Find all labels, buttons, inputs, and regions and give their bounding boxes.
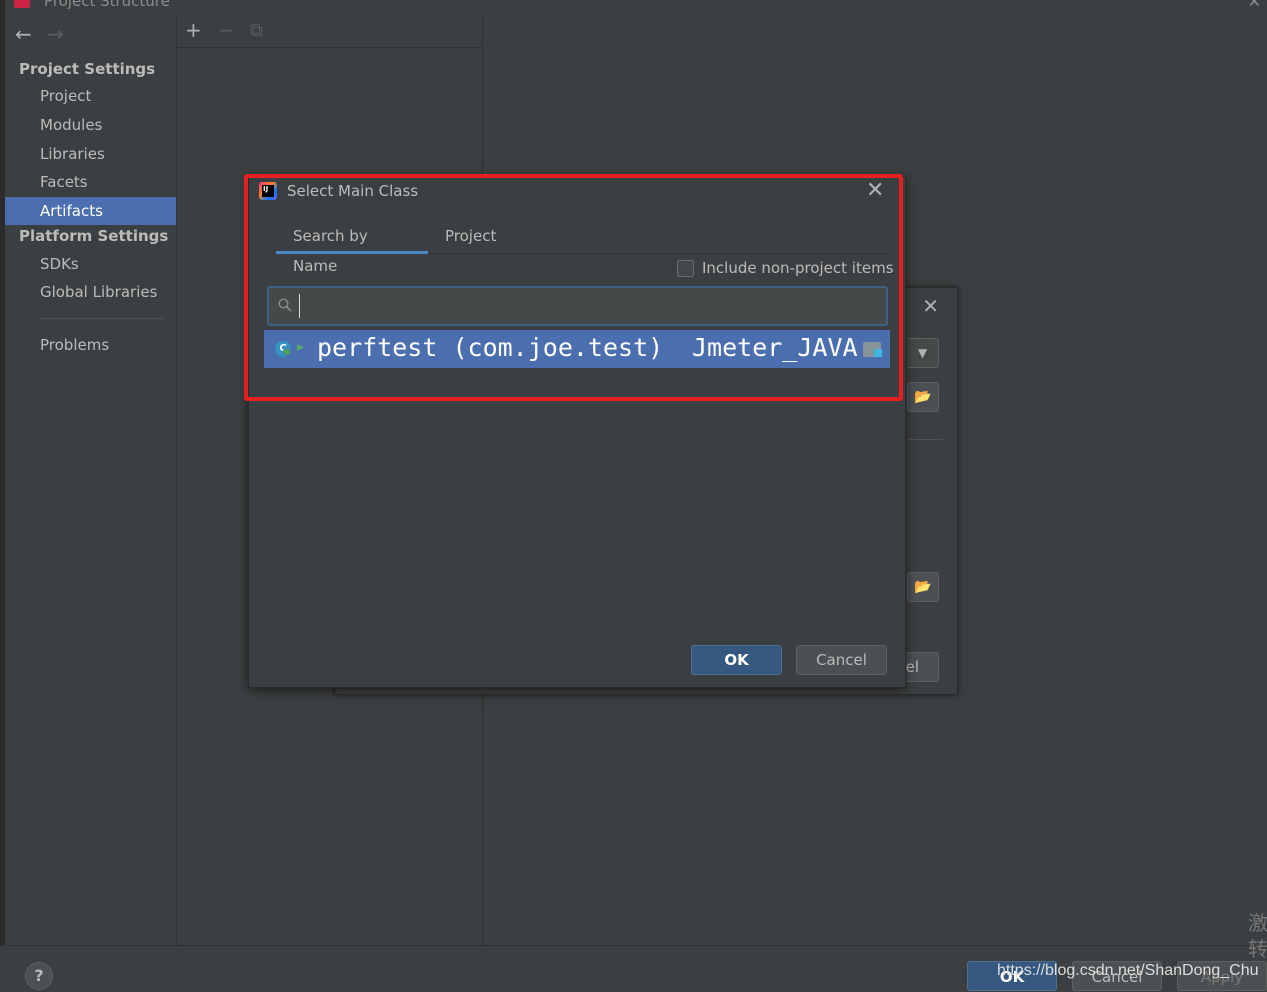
platform-settings-header: Platform Settings (19, 227, 169, 245)
background-dialog-separator (907, 439, 943, 440)
sidebar-item-modules[interactable]: Modules (5, 111, 176, 139)
background-dialog-close-icon[interactable]: ✕ (922, 294, 939, 318)
sidebar-item-facets[interactable]: Facets (5, 168, 176, 196)
copy-icon[interactable]: ⧉ (250, 20, 263, 41)
settings-sidebar: ← → Project Settings Project Modules Libr… (5, 14, 177, 945)
watermark-text: https://blog.csdn.net/ShanDong_Chu (997, 962, 1259, 979)
window-close-icon[interactable]: ✕ (1248, 0, 1261, 11)
back-arrow-icon[interactable]: ← (15, 22, 47, 46)
sidebar-divider (39, 318, 163, 319)
dialog-cancel-button[interactable]: Cancel (796, 645, 887, 675)
add-icon[interactable]: + (185, 18, 202, 42)
sidebar-item-artifacts[interactable]: Artifacts (5, 197, 176, 225)
folder-icon[interactable]: 📂 (907, 572, 939, 602)
dialog-ok-button[interactable]: OK (691, 645, 782, 675)
title-bar: Project Structure ✕ (0, 0, 1267, 12)
sidebar-item-project[interactable]: Project (5, 82, 176, 110)
help-button[interactable]: ? (25, 962, 53, 990)
sidebar-item-sdks[interactable]: SDKs (5, 250, 176, 278)
sidebar-item-global-libraries[interactable]: Global Libraries (5, 278, 176, 306)
remove-icon[interactable]: − (218, 18, 235, 42)
navigation-arrows: ← → (15, 22, 79, 46)
artifacts-toolbar: + − ⧉ (177, 14, 483, 48)
sidebar-item-libraries[interactable]: Libraries (5, 140, 176, 168)
project-structure-window: Project Structure ✕ ← → Project Settings … (0, 0, 1267, 991)
folder-icon[interactable]: 📂 (907, 382, 939, 412)
red-highlight-box (244, 174, 903, 401)
chevron-down-icon[interactable]: ▼ (907, 338, 939, 368)
app-logo-icon (14, 0, 30, 8)
window-title: Project Structure (44, 0, 170, 10)
sidebar-item-problems[interactable]: Problems (5, 331, 176, 359)
project-settings-header: Project Settings (19, 60, 156, 78)
forward-arrow-icon[interactable]: → (47, 22, 79, 46)
side-watermark-chars: 激转 (1248, 911, 1267, 961)
